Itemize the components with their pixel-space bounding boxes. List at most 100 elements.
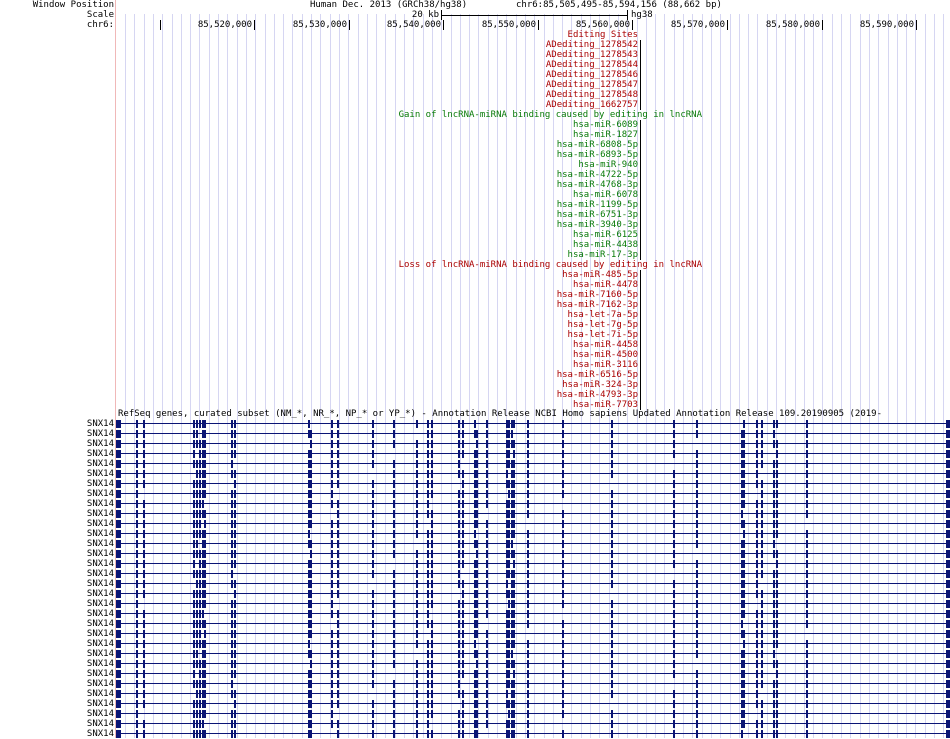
gene-label[interactable]: SNX14 xyxy=(0,639,114,649)
gene-label[interactable]: SNX14 xyxy=(0,489,114,499)
gene-label[interactable]: SNX14 xyxy=(0,719,114,729)
gene-transcript[interactable] xyxy=(116,689,950,699)
gene-transcript[interactable] xyxy=(116,599,950,609)
loss-item[interactable]: hsa-miR-4793-3p xyxy=(116,390,638,400)
gene-transcript[interactable] xyxy=(116,439,950,449)
editing-feature-mark[interactable] xyxy=(640,90,641,100)
gene-label[interactable]: SNX14 xyxy=(0,549,114,559)
loss-feature-mark[interactable] xyxy=(640,370,641,380)
gene-transcript[interactable] xyxy=(116,699,950,709)
gene-transcript[interactable] xyxy=(116,639,950,649)
refseq-track-title[interactable]: RefSeq genes, curated subset (NM_*, NR_*… xyxy=(118,409,882,419)
gain-item[interactable]: hsa-miR-1827 xyxy=(116,130,638,140)
gain-feature-mark[interactable] xyxy=(640,200,641,210)
loss-item[interactable]: hsa-let-7i-5p xyxy=(116,330,638,340)
loss-item[interactable]: hsa-miR-485-5p xyxy=(116,270,638,280)
gain-feature-mark[interactable] xyxy=(640,210,641,220)
gene-label[interactable]: SNX14 xyxy=(0,569,114,579)
gene-transcript[interactable] xyxy=(116,559,950,569)
editing-feature-mark[interactable] xyxy=(640,60,641,70)
gene-transcript[interactable] xyxy=(116,719,950,729)
loss-item[interactable]: hsa-miR-7160-5p xyxy=(116,290,638,300)
gene-label[interactable]: SNX14 xyxy=(0,499,114,509)
gene-label[interactable]: SNX14 xyxy=(0,519,114,529)
editing-item[interactable]: ADediting_1278548 xyxy=(116,90,638,100)
gain-item[interactable]: hsa-miR-4722-5p xyxy=(116,170,638,180)
editing-item[interactable]: ADediting_1662757 xyxy=(116,100,638,110)
gain-feature-mark[interactable] xyxy=(640,160,641,170)
gene-label[interactable]: SNX14 xyxy=(0,649,114,659)
editing-item[interactable]: ADediting_1278543 xyxy=(116,50,638,60)
loss-item[interactable]: hsa-miR-7162-3p xyxy=(116,300,638,310)
gain-feature-mark[interactable] xyxy=(640,120,641,130)
gain-item[interactable]: hsa-miR-1199-5p xyxy=(116,200,638,210)
gain-item[interactable]: hsa-miR-4768-3p xyxy=(116,180,638,190)
gene-label[interactable]: SNX14 xyxy=(0,579,114,589)
gene-label[interactable]: SNX14 xyxy=(0,709,114,719)
editing-feature-mark[interactable] xyxy=(640,100,641,110)
loss-feature-mark[interactable] xyxy=(640,290,641,300)
gene-label[interactable]: SNX14 xyxy=(0,599,114,609)
gene-transcript[interactable] xyxy=(116,669,950,679)
gene-label[interactable]: SNX14 xyxy=(0,629,114,639)
loss-item[interactable]: hsa-miR-324-3p xyxy=(116,380,638,390)
gain-feature-mark[interactable] xyxy=(640,240,641,250)
gene-transcript[interactable] xyxy=(116,609,950,619)
gene-label[interactable]: SNX14 xyxy=(0,539,114,549)
gene-transcript[interactable] xyxy=(116,679,950,689)
gene-transcript[interactable] xyxy=(116,489,950,499)
gene-label[interactable]: SNX14 xyxy=(0,469,114,479)
loss-item[interactable]: hsa-let-7a-5p xyxy=(116,310,638,320)
gain-feature-mark[interactable] xyxy=(640,230,641,240)
gain-track-title[interactable]: Gain of lncRNA-miRNA binding caused by e… xyxy=(116,110,702,120)
gain-feature-mark[interactable] xyxy=(640,170,641,180)
gain-item[interactable]: hsa-miR-940 xyxy=(116,160,638,170)
editing-item[interactable]: ADediting_1278542 xyxy=(116,40,638,50)
loss-feature-mark[interactable] xyxy=(640,270,641,280)
gene-label[interactable]: SNX14 xyxy=(0,699,114,709)
gain-item[interactable]: hsa-miR-3940-3p xyxy=(116,220,638,230)
gain-item[interactable]: hsa-miR-4438 xyxy=(116,240,638,250)
loss-feature-mark[interactable] xyxy=(640,310,641,320)
gene-transcript[interactable] xyxy=(116,479,950,489)
gene-transcript[interactable] xyxy=(116,419,950,429)
gene-transcript[interactable] xyxy=(116,619,950,629)
gene-label[interactable]: SNX14 xyxy=(0,689,114,699)
gene-label[interactable]: SNX14 xyxy=(0,529,114,539)
loss-item[interactable]: hsa-let-7g-5p xyxy=(116,320,638,330)
gain-item[interactable]: hsa-miR-6808-5p xyxy=(116,140,638,150)
gene-transcript[interactable] xyxy=(116,429,950,439)
editing-feature-mark[interactable] xyxy=(640,40,641,50)
loss-item[interactable]: hsa-miR-4478 xyxy=(116,280,638,290)
loss-feature-mark[interactable] xyxy=(640,350,641,360)
editing-item[interactable]: ADediting_1278547 xyxy=(116,80,638,90)
gene-label[interactable]: SNX14 xyxy=(0,509,114,519)
gene-label[interactable]: SNX14 xyxy=(0,479,114,489)
loss-item[interactable]: hsa-miR-3116 xyxy=(116,360,638,370)
gene-label[interactable]: SNX14 xyxy=(0,449,114,459)
gain-feature-mark[interactable] xyxy=(640,130,641,140)
editing-item[interactable]: ADediting_1278544 xyxy=(116,60,638,70)
gene-transcript[interactable] xyxy=(116,509,950,519)
gene-label[interactable]: SNX14 xyxy=(0,679,114,689)
gain-item[interactable]: hsa-miR-6125 xyxy=(116,230,638,240)
gain-feature-mark[interactable] xyxy=(640,140,641,150)
loss-feature-mark[interactable] xyxy=(640,380,641,390)
gene-transcript[interactable] xyxy=(116,709,950,719)
gene-label[interactable]: SNX14 xyxy=(0,429,114,439)
loss-feature-mark[interactable] xyxy=(640,320,641,330)
editing-feature-mark[interactable] xyxy=(640,80,641,90)
gain-feature-mark[interactable] xyxy=(640,180,641,190)
editing-feature-mark[interactable] xyxy=(640,70,641,80)
editing-item[interactable]: ADediting_1278546 xyxy=(116,70,638,80)
gene-transcript[interactable] xyxy=(116,549,950,559)
gain-item[interactable]: hsa-miR-6089 xyxy=(116,120,638,130)
gene-transcript[interactable] xyxy=(116,529,950,539)
gene-label[interactable]: SNX14 xyxy=(0,659,114,669)
gene-transcript[interactable] xyxy=(116,519,950,529)
gene-transcript[interactable] xyxy=(116,459,950,469)
loss-feature-mark[interactable] xyxy=(640,390,641,400)
loss-item[interactable]: hsa-miR-4500 xyxy=(116,350,638,360)
loss-feature-mark[interactable] xyxy=(640,280,641,290)
gene-transcript[interactable] xyxy=(116,589,950,599)
